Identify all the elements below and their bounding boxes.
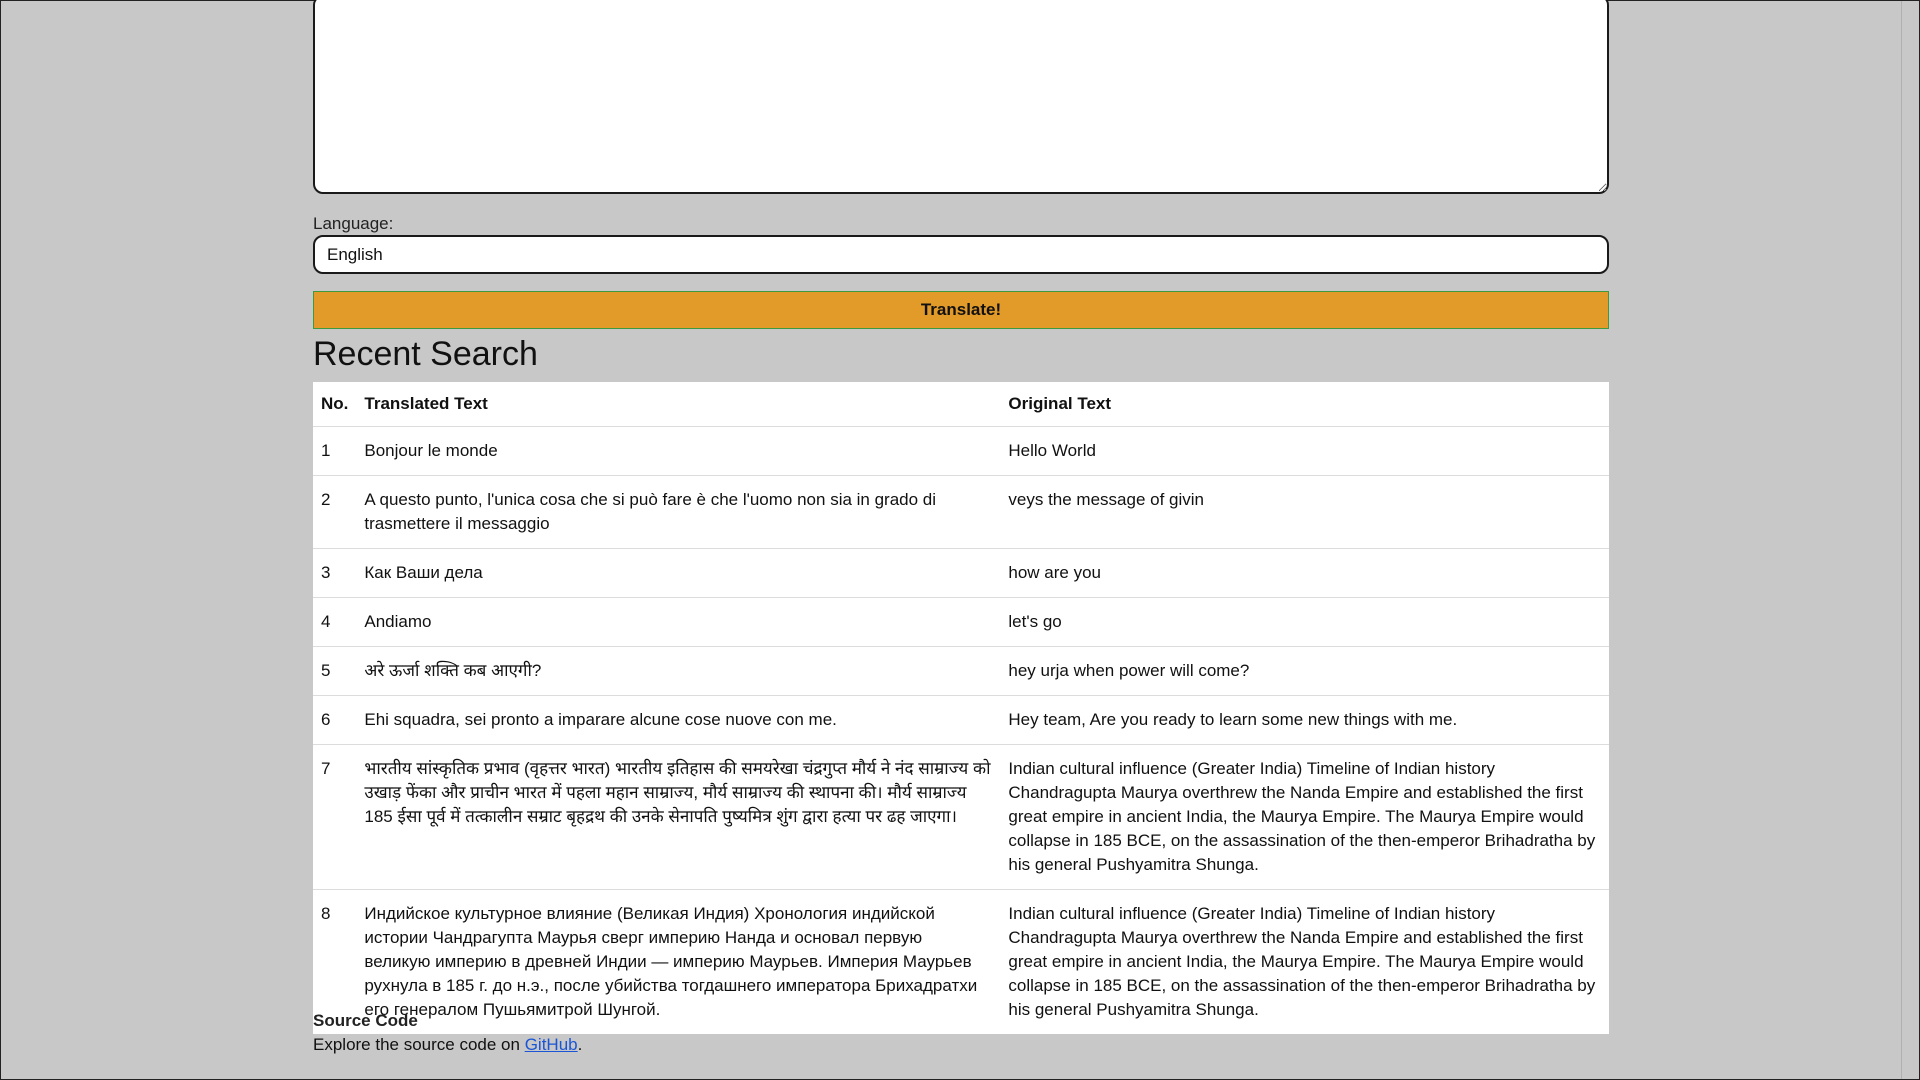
source-text-area[interactable] xyxy=(313,0,1609,194)
translated-text-cell: भारतीय सांस्कृतिक प्रभाव (वृहत्तर भारत) … xyxy=(356,744,1001,890)
original-text-cell: how are you xyxy=(1000,548,1609,598)
table-row: 5 अरे ऊर्जा शक्ति कब आएगी? hey urja when… xyxy=(313,646,1609,696)
source-code-title: Source Code xyxy=(313,1011,418,1030)
original-text-cell: Indian cultural influence (Greater India… xyxy=(1000,744,1609,890)
recent-search-title: Recent Search xyxy=(313,335,538,373)
row-number: 1 xyxy=(313,426,357,476)
original-text-cell: hey urja when power will come? xyxy=(1000,646,1609,696)
translated-text-cell: Ehi squadra, sei pronto a imparare alcun… xyxy=(356,695,1001,745)
translated-text-cell: Bonjour le monde xyxy=(356,426,1001,476)
github-link[interactable]: GitHub xyxy=(525,1035,578,1054)
table-row: 2 A questo punto, l'unica cosa che si pu… xyxy=(313,475,1609,549)
footer-text-after: . xyxy=(577,1035,583,1054)
page-scrollbar[interactable] xyxy=(1901,1,1918,1079)
original-text-cell: Hey team, Are you ready to learn some ne… xyxy=(1000,695,1609,745)
header-translated-text: Translated Text xyxy=(356,382,1001,427)
original-text-cell: let's go xyxy=(1000,597,1609,647)
footer: Source Code Explore the source code on G… xyxy=(313,1009,582,1057)
table-row: 6 Ehi squadra, sei pronto a imparare alc… xyxy=(313,695,1609,745)
table-row: 4 Andiamo let's go xyxy=(313,597,1609,647)
row-number: 5 xyxy=(313,646,357,696)
table-row: 7 भारतीय सांस्कृतिक प्रभाव (वृहत्तर भारत… xyxy=(313,744,1609,890)
original-text-cell: Indian cultural influence (Greater India… xyxy=(1008,904,1596,1019)
table-row: 1 Bonjour le monde Hello World xyxy=(313,426,1609,476)
language-input[interactable] xyxy=(313,235,1609,274)
translated-text-cell: Andiamo xyxy=(356,597,1001,647)
row-number: 7 xyxy=(313,744,357,890)
table-header-row: No. Translated Text Original Text xyxy=(313,382,1609,427)
translate-button[interactable]: Translate! xyxy=(313,291,1609,329)
original-text-cell: Hello World xyxy=(1000,426,1609,476)
row-number: 6 xyxy=(313,695,357,745)
language-label: Language: xyxy=(313,214,394,233)
source-code-description: Explore the source code on GitHub. xyxy=(313,1033,582,1057)
recent-search-table: No. Translated Text Original Text 1 Bonj… xyxy=(313,382,1609,1034)
header-no: No. xyxy=(313,382,357,427)
table-row: 3 Как Ваши дела how are you xyxy=(313,548,1609,598)
footer-text-before: Explore the source code on xyxy=(313,1035,525,1054)
translated-text-cell: A questo punto, l'unica cosa che si può … xyxy=(356,475,1001,549)
translated-text-cell: Как Ваши дела xyxy=(356,548,1001,598)
translated-text-cell: अरे ऊर्जा शक्ति कब आएगी? xyxy=(356,646,1001,696)
row-number: 3 xyxy=(313,548,357,598)
source-text-wrapper xyxy=(313,0,1609,194)
row-number: 4 xyxy=(313,597,357,647)
header-original-text: Original Text xyxy=(1000,382,1609,427)
original-text-cell: veys the message of givin xyxy=(1000,475,1609,549)
row-number: 2 xyxy=(313,475,357,549)
